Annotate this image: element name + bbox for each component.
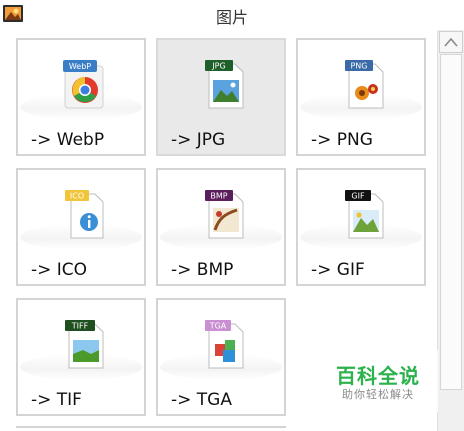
- chevron-up-icon: [444, 37, 458, 47]
- convert-to-png-tile[interactable]: PNG -> PNG: [296, 38, 426, 156]
- svg-text:TIFF: TIFF: [71, 322, 89, 331]
- convert-to-tif-tile[interactable]: TIFF -> TIF: [16, 298, 146, 416]
- svg-text:ICO: ICO: [70, 192, 84, 201]
- svg-text:TGA: TGA: [209, 322, 227, 331]
- jpg-file-icon: JPG: [205, 60, 244, 109]
- tile-label: -> TGA: [171, 390, 232, 410]
- convert-to-webp-tile[interactable]: WebP -> WebP: [16, 38, 146, 156]
- watermark: 百科全说 助你轻松解决: [330, 350, 438, 412]
- tga-file-icon: TGA: [205, 320, 244, 369]
- ico-file-icon: ICO: [65, 190, 104, 239]
- watermark-subtitle: 助你轻松解决: [342, 388, 414, 401]
- tile-label: -> WebP: [31, 130, 105, 150]
- convert-to-ico-tile[interactable]: ICO -> ICO: [16, 168, 146, 286]
- tile-label: -> ICO: [31, 260, 88, 280]
- tile-label: -> GIF: [311, 260, 365, 280]
- webp-badge-text: WebP: [69, 62, 91, 71]
- scroll-up-button[interactable]: [439, 31, 463, 53]
- svg-text:JPG: JPG: [211, 62, 225, 71]
- vertical-scrollbar[interactable]: [437, 30, 464, 431]
- chrome-webp-icon: WebP: [63, 60, 104, 109]
- tile-label: -> BMP: [171, 260, 234, 280]
- tile-label: -> JPG: [171, 130, 226, 150]
- next-row-tiles-edge: [16, 426, 286, 431]
- convert-to-bmp-tile[interactable]: BMP -> BMP: [156, 168, 286, 286]
- tile-label: -> PNG: [311, 130, 373, 150]
- convert-to-jpg-tile[interactable]: JPG -> JPG: [156, 38, 286, 156]
- png-file-icon: PNG: [345, 60, 384, 109]
- svg-text:PNG: PNG: [350, 62, 367, 71]
- scroll-thumb[interactable]: [440, 54, 462, 390]
- gif-file-icon: GIF: [345, 190, 384, 239]
- convert-to-tga-tile[interactable]: TGA -> TGA: [156, 298, 286, 416]
- convert-to-gif-tile[interactable]: GIF -> GIF: [296, 168, 426, 286]
- tile-label: -> TIF: [31, 390, 82, 410]
- window-title: 图片: [215, 8, 248, 27]
- svg-text:GIF: GIF: [351, 192, 365, 201]
- title-bar: 图片: [0, 0, 464, 30]
- svg-text:BMP: BMP: [210, 192, 227, 201]
- tiff-file-icon: TIFF: [65, 320, 104, 369]
- watermark-title: 百科全说: [336, 364, 420, 388]
- bmp-file-icon: BMP: [205, 190, 244, 239]
